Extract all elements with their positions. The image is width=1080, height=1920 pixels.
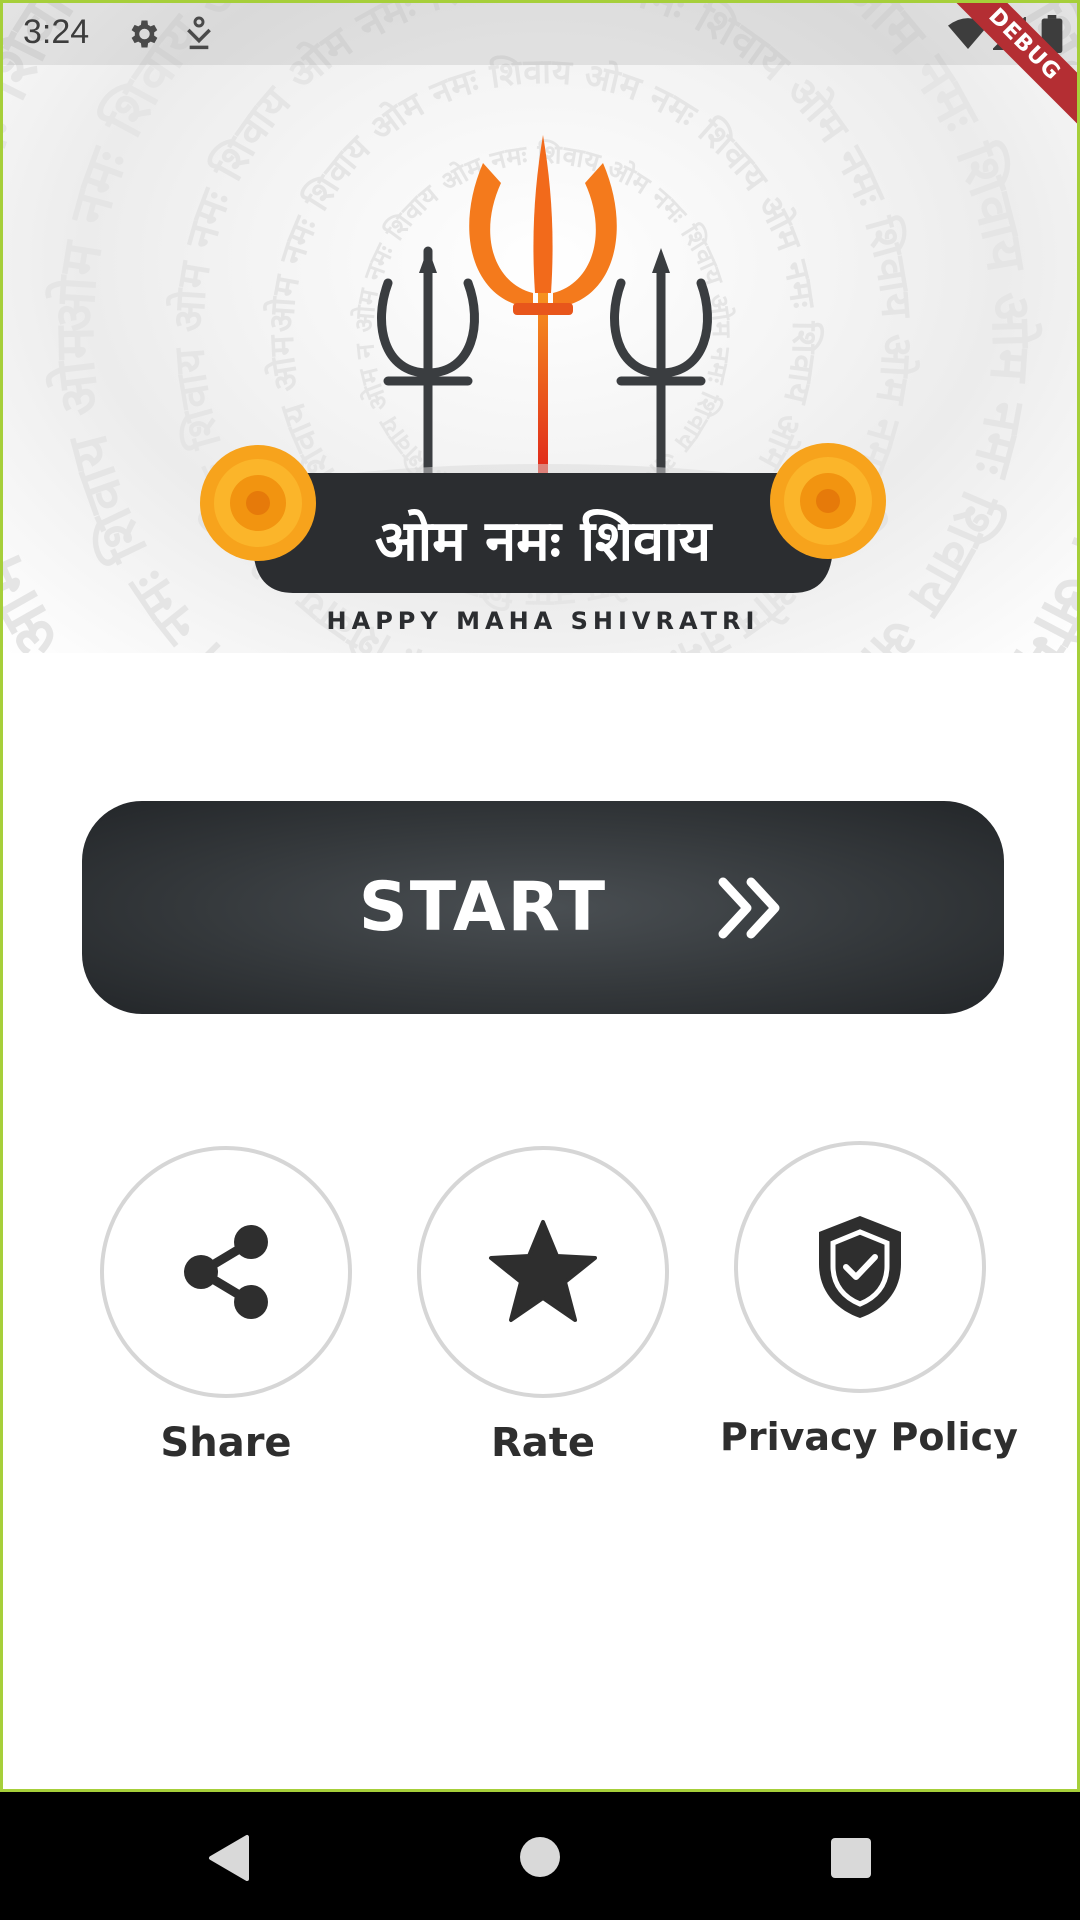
start-button[interactable]: START (82, 801, 1004, 1014)
share-button[interactable]: Share (96, 1146, 356, 1466)
status-bar: 3:24 (3, 3, 1077, 65)
star-icon (489, 1220, 597, 1322)
shield-check-icon (819, 1216, 901, 1318)
back-icon[interactable] (205, 1833, 251, 1883)
right-trident-icon (610, 258, 712, 478)
share-circle[interactable] (100, 1146, 352, 1398)
mantra-title: ओम नमः शिवाय (374, 509, 712, 574)
gear-icon (131, 20, 158, 48)
rate-label: Rate (490, 1420, 596, 1466)
left-trident-icon (377, 246, 479, 478)
start-button-label: START (358, 868, 608, 947)
status-time: 3:24 (23, 13, 90, 51)
center-trident-icon (469, 135, 617, 473)
tagline: HAPPY MAHA SHIVRATRI (326, 607, 760, 635)
double-chevron-right-icon (718, 877, 780, 938)
share-icon (184, 1225, 268, 1319)
right-marigold-icon (770, 443, 886, 559)
recents-icon[interactable] (831, 1838, 871, 1878)
share-label: Share (160, 1420, 292, 1466)
privacy-policy-button[interactable]: Privacy Policy (720, 1141, 1018, 1459)
rate-button[interactable]: Rate (413, 1146, 673, 1466)
app-frame: ओम नमः शिवाय ओम नमः शिवाय ओम नमः शिवाय ओ… (0, 0, 1080, 1792)
rate-circle[interactable] (417, 1146, 669, 1398)
home-icon[interactable] (520, 1837, 560, 1877)
privacy-policy-circle[interactable] (734, 1141, 986, 1393)
person-download-icon (187, 16, 211, 50)
header-banner: ओम नमः शिवाय ओम नमः शिवाय ओम नमः शिवाय ओ… (3, 3, 1077, 653)
left-marigold-icon (200, 445, 316, 561)
privacy-policy-label: Privacy Policy (720, 1415, 1018, 1459)
